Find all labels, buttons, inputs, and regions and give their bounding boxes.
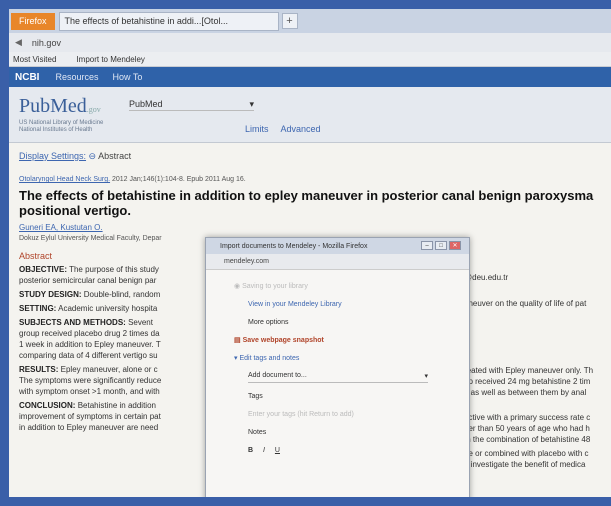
affiliation-email: @deu.edu.tr [464, 273, 509, 282]
bookmark-import-to-mendeley[interactable]: Import to Mendeley [76, 55, 144, 64]
tags-input[interactable]: Enter your tags (hit Return to add) [248, 410, 469, 419]
ncbi-bar: NCBI Resources How To [9, 67, 611, 87]
save-snapshot-option[interactable]: ▤ Save webpage snapshot [234, 336, 469, 345]
pubmed-subtitle: US National Library of Medicine National… [19, 120, 104, 133]
conclusion-right-1: ne or combined with placebo with c [464, 449, 589, 458]
url-bar[interactable]: ◀ nih.gov [9, 33, 611, 52]
methods-right-3: p as well as between them by anal [464, 388, 587, 397]
edit-tags-toggle[interactable]: ▾ Edit tags and notes [234, 354, 469, 363]
pubmed-header: PubMed.gov US National Library of Medici… [9, 87, 611, 143]
article-title-line1: The effects of betahistine in addition t… [19, 188, 594, 203]
bold-button[interactable]: B [248, 447, 253, 454]
article-title-line2: positional vertigo. [19, 203, 131, 218]
article-title: The effects of betahistine in addition t… [19, 188, 601, 218]
limits-link[interactable]: Limits [245, 124, 269, 134]
display-settings-link[interactable]: Display Settings: [19, 151, 86, 161]
database-select[interactable]: PubMed ▾ [129, 99, 254, 111]
authors-link[interactable]: Guneri EA, Kustutan O. [19, 223, 601, 232]
popup-body: ◉ Saving to your library View in your Me… [206, 270, 469, 455]
ncbi-logo[interactable]: NCBI [15, 72, 39, 83]
popup-url-bar: mendeley.com [206, 254, 469, 270]
results-right-1: ective with a primary success rate c [464, 413, 591, 422]
back-arrow-icon[interactable]: ◀ [15, 37, 22, 48]
close-icon[interactable]: ✕ [449, 241, 461, 250]
popup-title: Import documents to Mendeley - Mozilla F… [220, 242, 368, 250]
popup-window-controls: – □ ✕ [419, 241, 461, 250]
url-domain: nih.gov [31, 37, 61, 48]
new-tab-button[interactable]: + [281, 13, 298, 29]
citation-details: 2012 Jan;146(1):104-8. Epub 2011 Aug 16. [112, 176, 246, 183]
view-library-link[interactable]: View in your Mendeley Library [248, 300, 469, 309]
italic-button[interactable]: I [263, 447, 265, 454]
add-document-value: Add document to... [248, 372, 307, 379]
saving-status: ◉ Saving to your library [234, 283, 308, 290]
chevron-down-icon: ▾ [234, 355, 238, 362]
tab-bar: Firefox The effects of betahistine in ad… [9, 9, 611, 33]
journal-link[interactable]: Otolaryngol Head Neck Surg. [19, 176, 110, 183]
browser-window: Firefox The effects of betahistine in ad… [0, 0, 611, 506]
tab-article[interactable]: The effects of betahistine in addi...[Ot… [58, 11, 279, 31]
url-text[interactable]: nih.gov [32, 38, 61, 48]
chevron-down-icon: ▾ [249, 99, 254, 109]
ncbi-howto-link[interactable]: How To [112, 72, 142, 82]
mendeley-import-popup: Import documents to Mendeley - Mozilla F… [205, 237, 470, 497]
popup-titlebar[interactable]: Import documents to Mendeley - Mozilla F… [206, 238, 469, 254]
objective-right: aneuver on the quality of life of pat [464, 299, 587, 308]
methods-right-1: reated with Epley maneuver only. Th [464, 366, 594, 375]
database-select-value: PubMed [129, 99, 163, 109]
tags-label: Tags [248, 393, 263, 400]
citation: Otolaryngol Head Neck Surg. 2012 Jan;146… [19, 176, 601, 183]
ncbi-resources-link[interactable]: Resources [55, 72, 98, 82]
search-links: Limits Advanced [245, 124, 331, 134]
results-right-2: der than 50 years of age who had h [464, 424, 590, 433]
underline-button[interactable]: U [275, 447, 280, 454]
firefox-menu-button[interactable]: Firefox [11, 12, 55, 30]
notes-format-toolbar: B I U [248, 446, 469, 455]
conclusion-right-2: o investigate the benefit of medica [464, 460, 586, 469]
chevron-down-icon: ▾ [424, 373, 428, 380]
advanced-link[interactable]: Advanced [281, 124, 321, 134]
tab-title: The effects of betahistine in addi...[Ot… [64, 16, 228, 26]
more-options-label: More options [248, 319, 289, 326]
maximize-icon[interactable]: □ [435, 241, 447, 250]
pubmed-logo[interactable]: PubMed.gov [19, 95, 101, 118]
display-settings: Display Settings: ⊖ Abstract [19, 151, 601, 162]
popup-url-domain: mendeley.com [224, 258, 270, 265]
add-document-select[interactable]: Add document to... ▾ [248, 372, 428, 383]
minimize-icon[interactable]: – [421, 241, 433, 250]
notes-label: Notes [248, 429, 267, 436]
methods-right-2: up received 24 mg betahistine 2 tim [464, 377, 591, 386]
display-mode: Abstract [98, 151, 132, 161]
bookmark-most-visited[interactable]: Most Visited [13, 55, 56, 64]
snapshot-icon: ▤ [234, 337, 241, 344]
expand-icon[interactable]: ⊖ [89, 151, 97, 161]
results-right-3: th the combination of betahistine 48 [464, 435, 591, 444]
bookmarks-bar: Most Visited Import to Mendeley [9, 52, 611, 67]
